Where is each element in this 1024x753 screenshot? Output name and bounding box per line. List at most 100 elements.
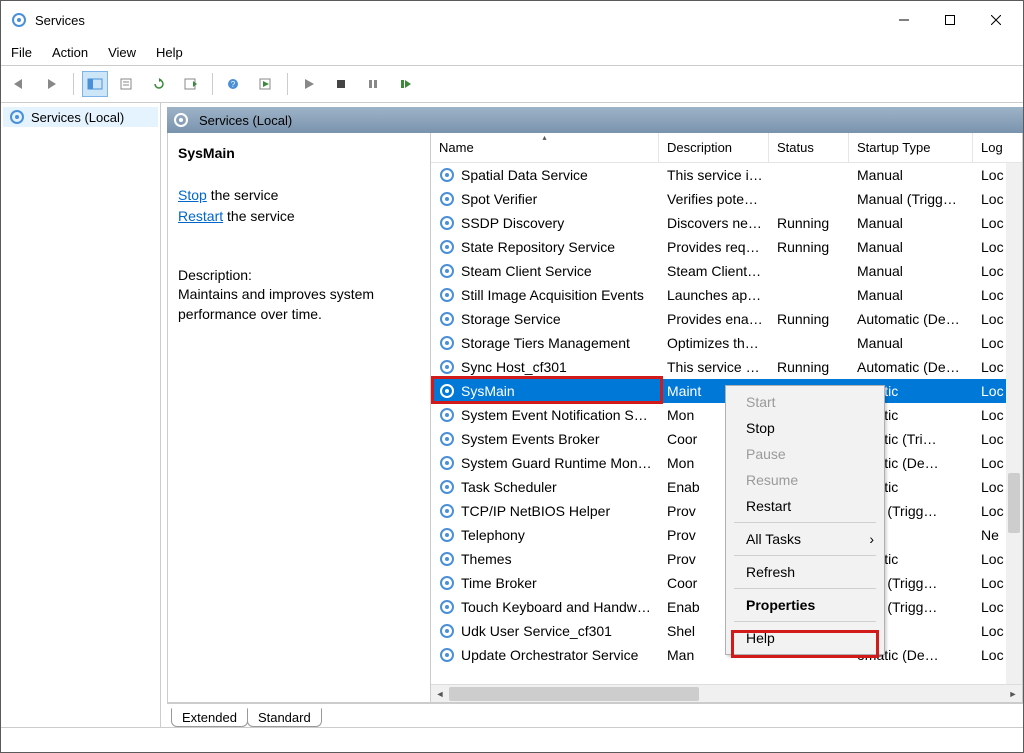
service-logon: Loc	[973, 455, 1009, 471]
scroll-thumb[interactable]	[1008, 473, 1020, 533]
service-row[interactable]: Steam Client ServiceSteam Client…ManualL…	[431, 259, 1022, 283]
minimize-button[interactable]	[881, 5, 927, 35]
pause-service-button[interactable]	[360, 71, 386, 97]
context-resume[interactable]: Resume	[728, 467, 882, 493]
app-icon	[11, 12, 27, 28]
service-icon	[439, 311, 455, 327]
service-icon	[439, 407, 455, 423]
close-button[interactable]	[973, 5, 1019, 35]
service-logon: Loc	[973, 191, 1009, 207]
restart-link[interactable]: Restart	[178, 208, 223, 224]
service-icon	[439, 383, 455, 399]
forward-button[interactable]	[39, 71, 65, 97]
list-rows: Spatial Data ServiceThis service i…Manua…	[431, 163, 1022, 684]
service-startup: Manual	[849, 167, 973, 183]
service-icon	[439, 191, 455, 207]
service-name: Still Image Acquisition Events	[461, 287, 644, 303]
service-status: Running	[769, 239, 849, 255]
service-row[interactable]: SSDP DiscoveryDiscovers ne…RunningManual…	[431, 211, 1022, 235]
context-help[interactable]: Help	[728, 625, 882, 651]
tab-standard[interactable]: Standard	[247, 708, 322, 727]
back-button[interactable]	[7, 71, 33, 97]
service-status: Running	[769, 311, 849, 327]
service-icon	[439, 479, 455, 495]
help-button[interactable]: ?	[221, 71, 247, 97]
service-logon: Loc	[973, 551, 1009, 567]
service-row[interactable]: Spot VerifierVerifies pote…Manual (Trigg…	[431, 187, 1022, 211]
start-service-button[interactable]	[296, 71, 322, 97]
menu-action[interactable]: Action	[52, 45, 88, 60]
description-text: Maintains and improves system performanc…	[178, 285, 420, 324]
service-name: Storage Tiers Management	[461, 335, 630, 351]
context-separator	[734, 621, 876, 622]
service-row[interactable]: State Repository ServiceProvides req…Run…	[431, 235, 1022, 259]
service-icon	[439, 263, 455, 279]
action-button[interactable]	[253, 71, 279, 97]
services-window: Services File Action View Help ?	[0, 0, 1024, 753]
service-icon	[439, 599, 455, 615]
context-properties[interactable]: Properties	[728, 592, 882, 618]
service-logon: Loc	[973, 407, 1009, 423]
scroll-left-icon[interactable]: ◄	[431, 685, 449, 703]
scroll-thumb[interactable]	[449, 687, 699, 701]
col-status[interactable]: Status	[769, 133, 849, 162]
tab-extended[interactable]: Extended	[171, 708, 248, 727]
service-desc: Provides req…	[659, 239, 769, 255]
detail-pane: SysMain Stop the service Restart the ser…	[168, 133, 430, 702]
toolbar: ?	[1, 65, 1023, 103]
col-name[interactable]: Name ▴	[431, 133, 659, 162]
horizontal-scrollbar[interactable]: ◄ ►	[431, 684, 1022, 702]
stop-link[interactable]: Stop	[178, 187, 207, 203]
export-button[interactable]	[178, 71, 204, 97]
col-startup-type[interactable]: Startup Type	[849, 133, 973, 162]
col-logon[interactable]: Log	[973, 133, 1009, 162]
service-desc: Provides ena…	[659, 311, 769, 327]
service-name: Touch Keyboard and Handw…	[461, 599, 651, 615]
service-startup: Manual	[849, 239, 973, 255]
service-row[interactable]: Storage ServiceProvides ena…RunningAutom…	[431, 307, 1022, 331]
service-logon: Loc	[973, 623, 1009, 639]
service-row[interactable]: Still Image Acquisition EventsLaunches a…	[431, 283, 1022, 307]
service-icon	[439, 167, 455, 183]
restart-link-after: the service	[223, 208, 295, 224]
col-description[interactable]: Description	[659, 133, 769, 162]
tree-item-services-local[interactable]: Services (Local)	[3, 107, 158, 127]
service-name: Steam Client Service	[461, 263, 592, 279]
context-start[interactable]: Start	[728, 389, 882, 415]
service-name: Storage Service	[461, 311, 561, 327]
service-startup: Manual (Trigg…	[849, 191, 973, 207]
context-pause[interactable]: Pause	[728, 441, 882, 467]
service-row[interactable]: Spatial Data ServiceThis service i…Manua…	[431, 163, 1022, 187]
toolbar-separator	[73, 73, 74, 95]
service-name: SysMain	[461, 383, 515, 399]
menu-view[interactable]: View	[108, 45, 136, 60]
service-name: Spatial Data Service	[461, 167, 588, 183]
context-restart[interactable]: Restart	[728, 493, 882, 519]
service-logon: Loc	[973, 263, 1009, 279]
service-logon: Loc	[973, 479, 1009, 495]
service-startup: Manual	[849, 215, 973, 231]
menu-help[interactable]: Help	[156, 45, 183, 60]
vertical-scrollbar[interactable]	[1006, 163, 1022, 684]
maximize-button[interactable]	[927, 5, 973, 35]
service-logon: Loc	[973, 215, 1009, 231]
stop-service-button[interactable]	[328, 71, 354, 97]
service-name: Udk User Service_cf301	[461, 623, 612, 639]
service-icon	[439, 335, 455, 351]
context-all-tasks[interactable]: All Tasks	[728, 526, 882, 552]
service-row[interactable]: Sync Host_cf301This service …RunningAuto…	[431, 355, 1022, 379]
restart-service-button[interactable]	[392, 71, 418, 97]
show-hide-tree-button[interactable]	[82, 71, 108, 97]
scroll-right-icon[interactable]: ►	[1004, 685, 1022, 703]
service-status: Running	[769, 215, 849, 231]
service-icon	[439, 575, 455, 591]
service-icon	[439, 287, 455, 303]
service-logon: Loc	[973, 239, 1009, 255]
properties-button[interactable]	[114, 71, 140, 97]
refresh-button[interactable]	[146, 71, 172, 97]
menu-file[interactable]: File	[11, 45, 32, 60]
service-row[interactable]: Storage Tiers ManagementOptimizes th…Man…	[431, 331, 1022, 355]
context-stop[interactable]: Stop	[728, 415, 882, 441]
service-startup: Manual	[849, 287, 973, 303]
context-refresh[interactable]: Refresh	[728, 559, 882, 585]
